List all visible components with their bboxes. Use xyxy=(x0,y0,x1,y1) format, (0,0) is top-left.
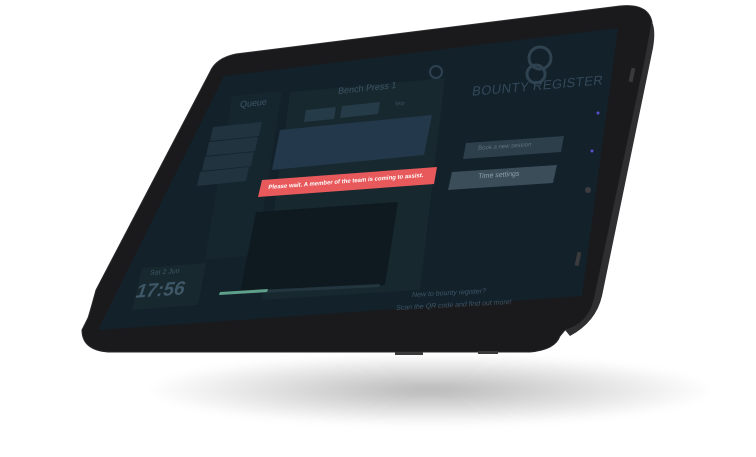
tablet-device xyxy=(81,5,655,355)
front-camera-icon xyxy=(585,187,591,193)
power-button[interactable] xyxy=(395,352,423,355)
sensor-dot xyxy=(590,149,594,153)
camera-view xyxy=(240,202,398,293)
tab-skip-label[interactable]: Skip xyxy=(395,100,405,107)
sensor-dot xyxy=(596,111,600,115)
stage: Queue Bench Press 1 Skip BOUNTY REGISTER… xyxy=(0,0,756,457)
clock-text: 17:56 xyxy=(134,278,187,303)
volume-button[interactable] xyxy=(478,351,498,354)
